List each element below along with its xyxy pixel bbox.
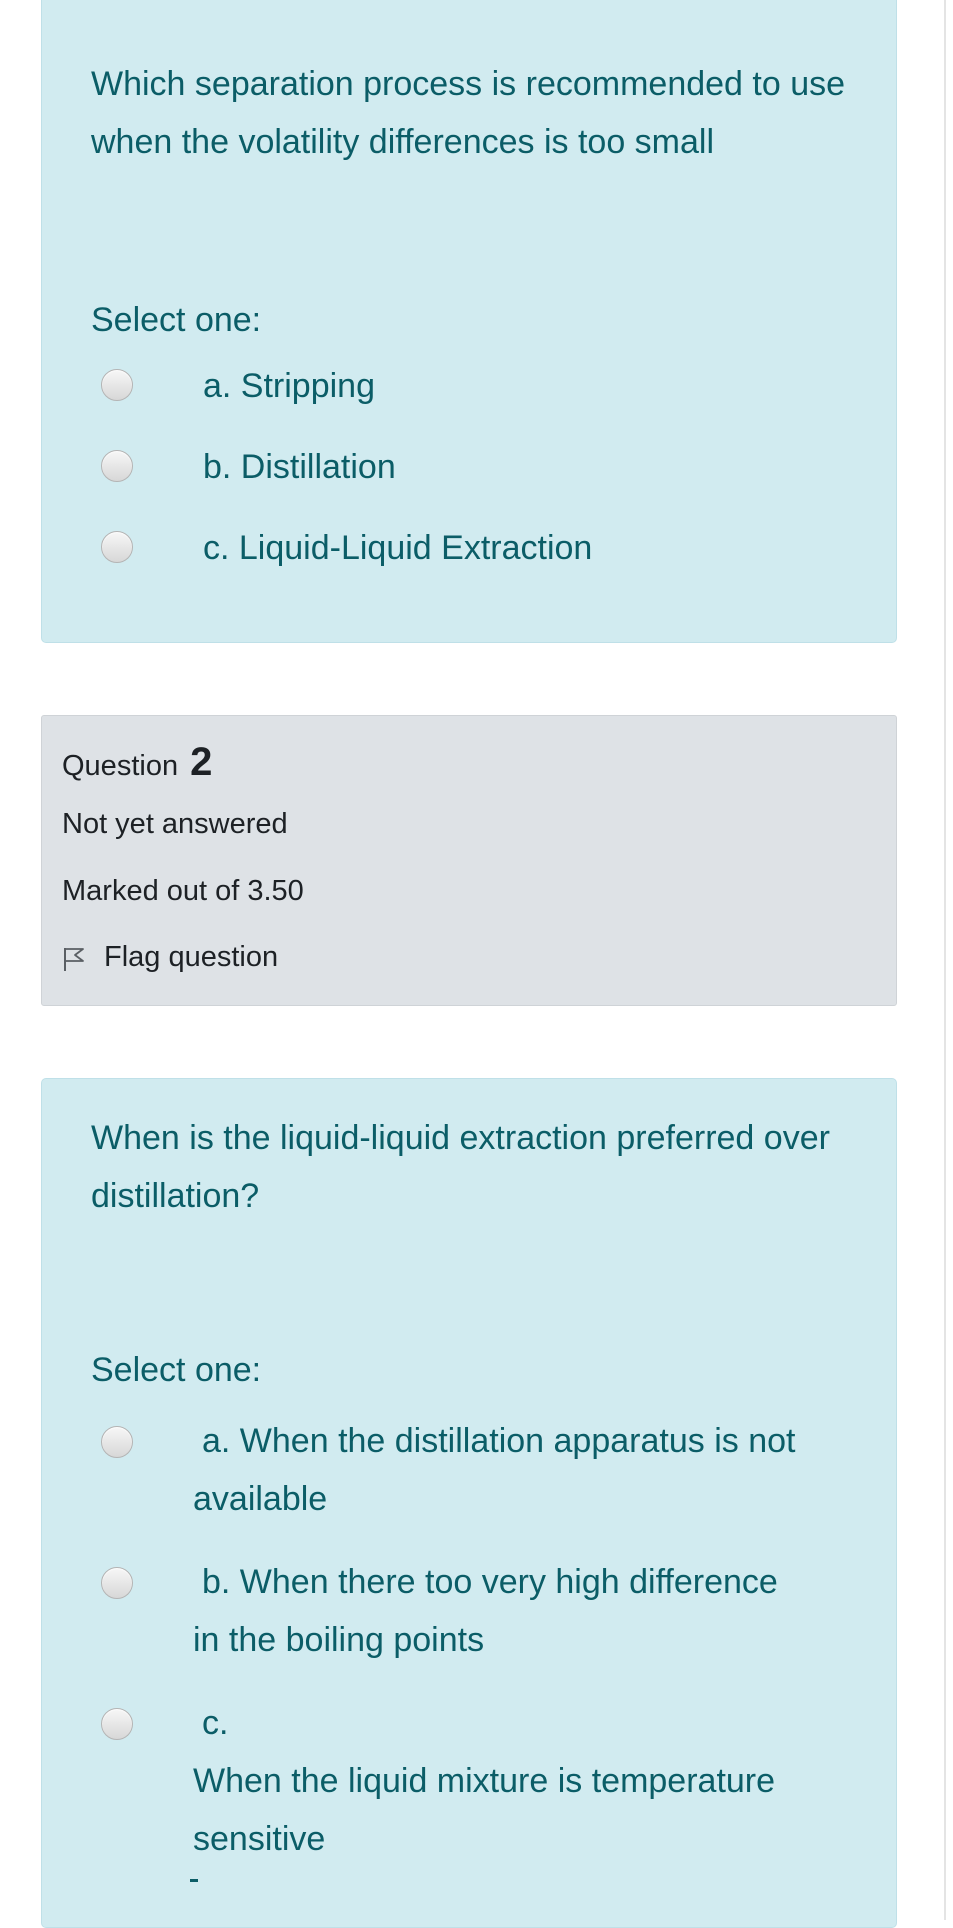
scrollbar[interactable] bbox=[944, 0, 946, 1920]
question-1-text-panel: Which separation process is recommended … bbox=[41, 0, 897, 643]
answer-label-line-2[interactable]: When the liquid mixture is temperature bbox=[193, 1752, 775, 1810]
question-number-value: 2 bbox=[190, 740, 213, 784]
question-2-info-panel: Question 2 Not yet answered Marked out o… bbox=[41, 715, 897, 1006]
flag-question-label[interactable]: Flag question bbox=[104, 935, 278, 979]
answer-label[interactable]: b. Distillation bbox=[203, 438, 853, 496]
answer-label-line-2[interactable]: available bbox=[193, 1470, 327, 1528]
radio-button[interactable] bbox=[101, 531, 133, 563]
question-state: Not yet answered bbox=[62, 808, 288, 840]
question-prefix: Question bbox=[62, 750, 179, 782]
select-one-label: Select one: bbox=[91, 301, 262, 339]
answer-label-line-1[interactable]: a. When the distillation apparatus is no… bbox=[202, 1412, 795, 1470]
question-2-text-panel: When is the liquid-liquid extraction pre… bbox=[41, 1078, 897, 1928]
trailing-dash-mark bbox=[190, 1879, 198, 1882]
radio-button[interactable] bbox=[101, 1567, 133, 1599]
radio-button[interactable] bbox=[101, 1708, 133, 1740]
question-2-text: When is the liquid-liquid extraction pre… bbox=[91, 1119, 830, 1215]
answer-label-line-3[interactable]: sensitive bbox=[193, 1810, 325, 1868]
answer-label[interactable]: a. Stripping bbox=[203, 357, 853, 415]
radio-button[interactable] bbox=[101, 450, 133, 482]
answer-label[interactable]: c. Liquid-Liquid Extraction bbox=[203, 519, 853, 577]
flag-outline-icon[interactable] bbox=[62, 946, 86, 972]
radio-button[interactable] bbox=[101, 369, 133, 401]
answer-label-line-1[interactable]: c. bbox=[202, 1694, 228, 1752]
select-one-label: Select one: bbox=[91, 1351, 262, 1389]
question-grade: Marked out of 3.50 bbox=[62, 875, 304, 907]
question-1-text: Which separation process is recommended … bbox=[91, 65, 846, 161]
question-number: Question 2 bbox=[62, 740, 212, 788]
radio-button[interactable] bbox=[101, 1426, 133, 1458]
answer-label-line-2[interactable]: in the boiling points bbox=[193, 1611, 484, 1669]
answer-label-line-1[interactable]: b. When there too very high difference bbox=[202, 1553, 778, 1611]
